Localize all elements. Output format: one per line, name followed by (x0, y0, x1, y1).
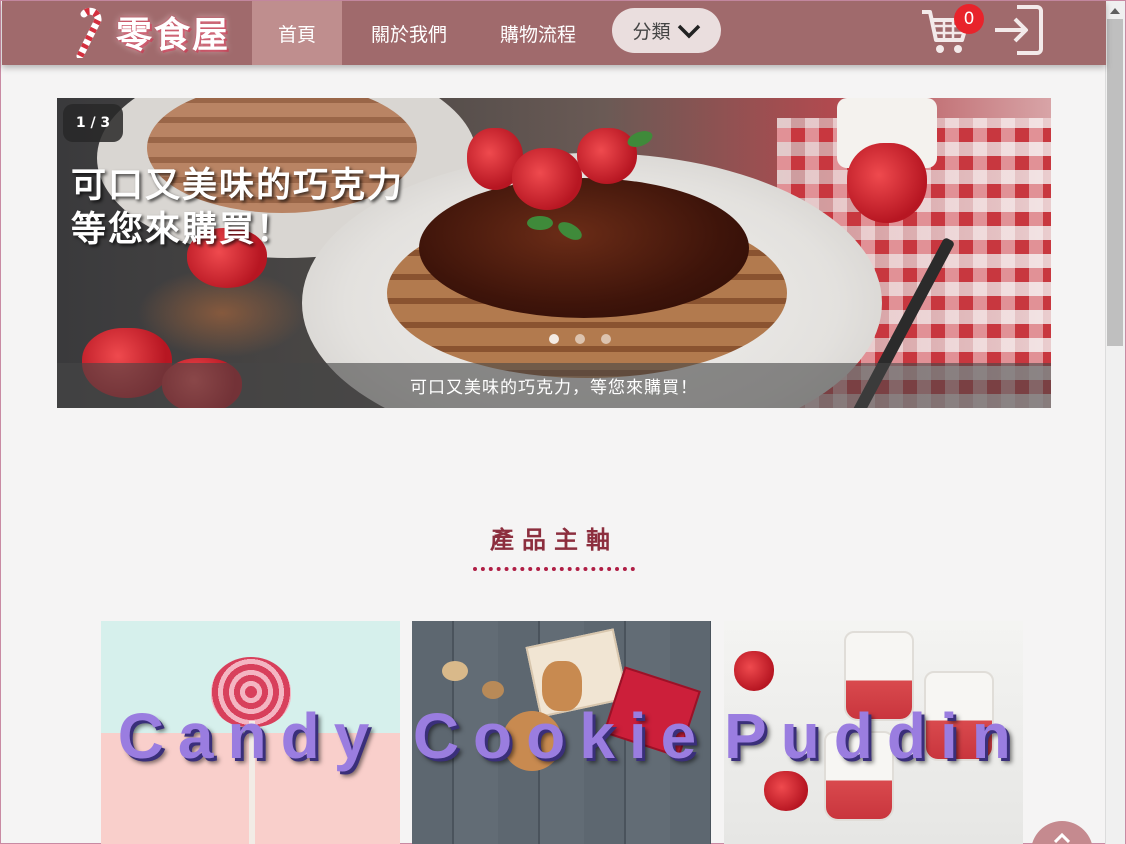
nav-item-home[interactable]: 首頁 (252, 1, 342, 65)
nav-item-shopping-process[interactable]: 購物流程 (488, 1, 588, 65)
strawberry-decoration (764, 771, 808, 811)
strawberry-decoration (577, 128, 637, 184)
category-label: 分類 (632, 21, 671, 43)
hero-carousel[interactable]: 1 / 3 可口又美味的巧克力 等您來購買！ 可口又美味的巧克力，等您來購買！ (57, 98, 1051, 408)
cart-count-badge: 0 (954, 4, 984, 34)
section-title-underline (473, 567, 635, 571)
scrollbar-thumb[interactable] (1107, 19, 1123, 346)
product-card-cookie[interactable]: Cookie (412, 621, 711, 844)
logo[interactable]: 零食屋 (68, 3, 248, 61)
product-card-candy[interactable]: Candy (101, 621, 400, 844)
slide-counter: 1 / 3 (63, 104, 123, 142)
nut-decoration (482, 681, 504, 699)
product-card-pudding[interactable]: Pudding (724, 621, 1023, 844)
category-dropdown-button[interactable]: 分類 (612, 8, 721, 53)
carousel-dot-2[interactable] (575, 334, 585, 344)
carousel-caption: 可口又美味的巧克力，等您來購買！ (57, 363, 1051, 408)
section-title: 產品主軸 (490, 526, 618, 554)
headline-line-2: 等您來購買！ (71, 210, 294, 250)
candy-cane-icon (76, 7, 102, 58)
logo-text: 零食屋 (116, 15, 231, 56)
back-to-top-button[interactable] (1031, 821, 1093, 844)
chevron-up-icon (1054, 833, 1070, 843)
strawberry-decoration (512, 148, 582, 210)
carousel-headline: 可口又美味的巧克力 等您來購買！ (71, 164, 404, 252)
nut-decoration (442, 661, 468, 681)
carousel-dot-1[interactable] (549, 334, 559, 344)
carousel-indicators (549, 334, 611, 344)
leaf-decoration (527, 216, 553, 230)
headline-line-1: 可口又美味的巧克力 (71, 166, 405, 206)
product-label-candy: Candy (117, 700, 384, 772)
vertical-scrollbar[interactable] (1105, 1, 1125, 844)
chocolate-decoration (419, 178, 749, 318)
chevron-down-icon (677, 24, 700, 38)
strawberry-decoration (734, 651, 774, 691)
carousel-dot-3[interactable] (601, 334, 611, 344)
strawberry-decoration (847, 143, 927, 223)
navbar: 零食屋 首頁 關於我們 購物流程 分類 0 (2, 1, 1106, 65)
product-label-pudding: Pudding (724, 700, 1023, 772)
login-icon[interactable] (991, 3, 1045, 57)
nav-item-about[interactable]: 關於我們 (357, 1, 461, 65)
scroll-up-arrow-icon[interactable] (1105, 1, 1125, 19)
product-label-cookie: Cookie (412, 700, 711, 772)
